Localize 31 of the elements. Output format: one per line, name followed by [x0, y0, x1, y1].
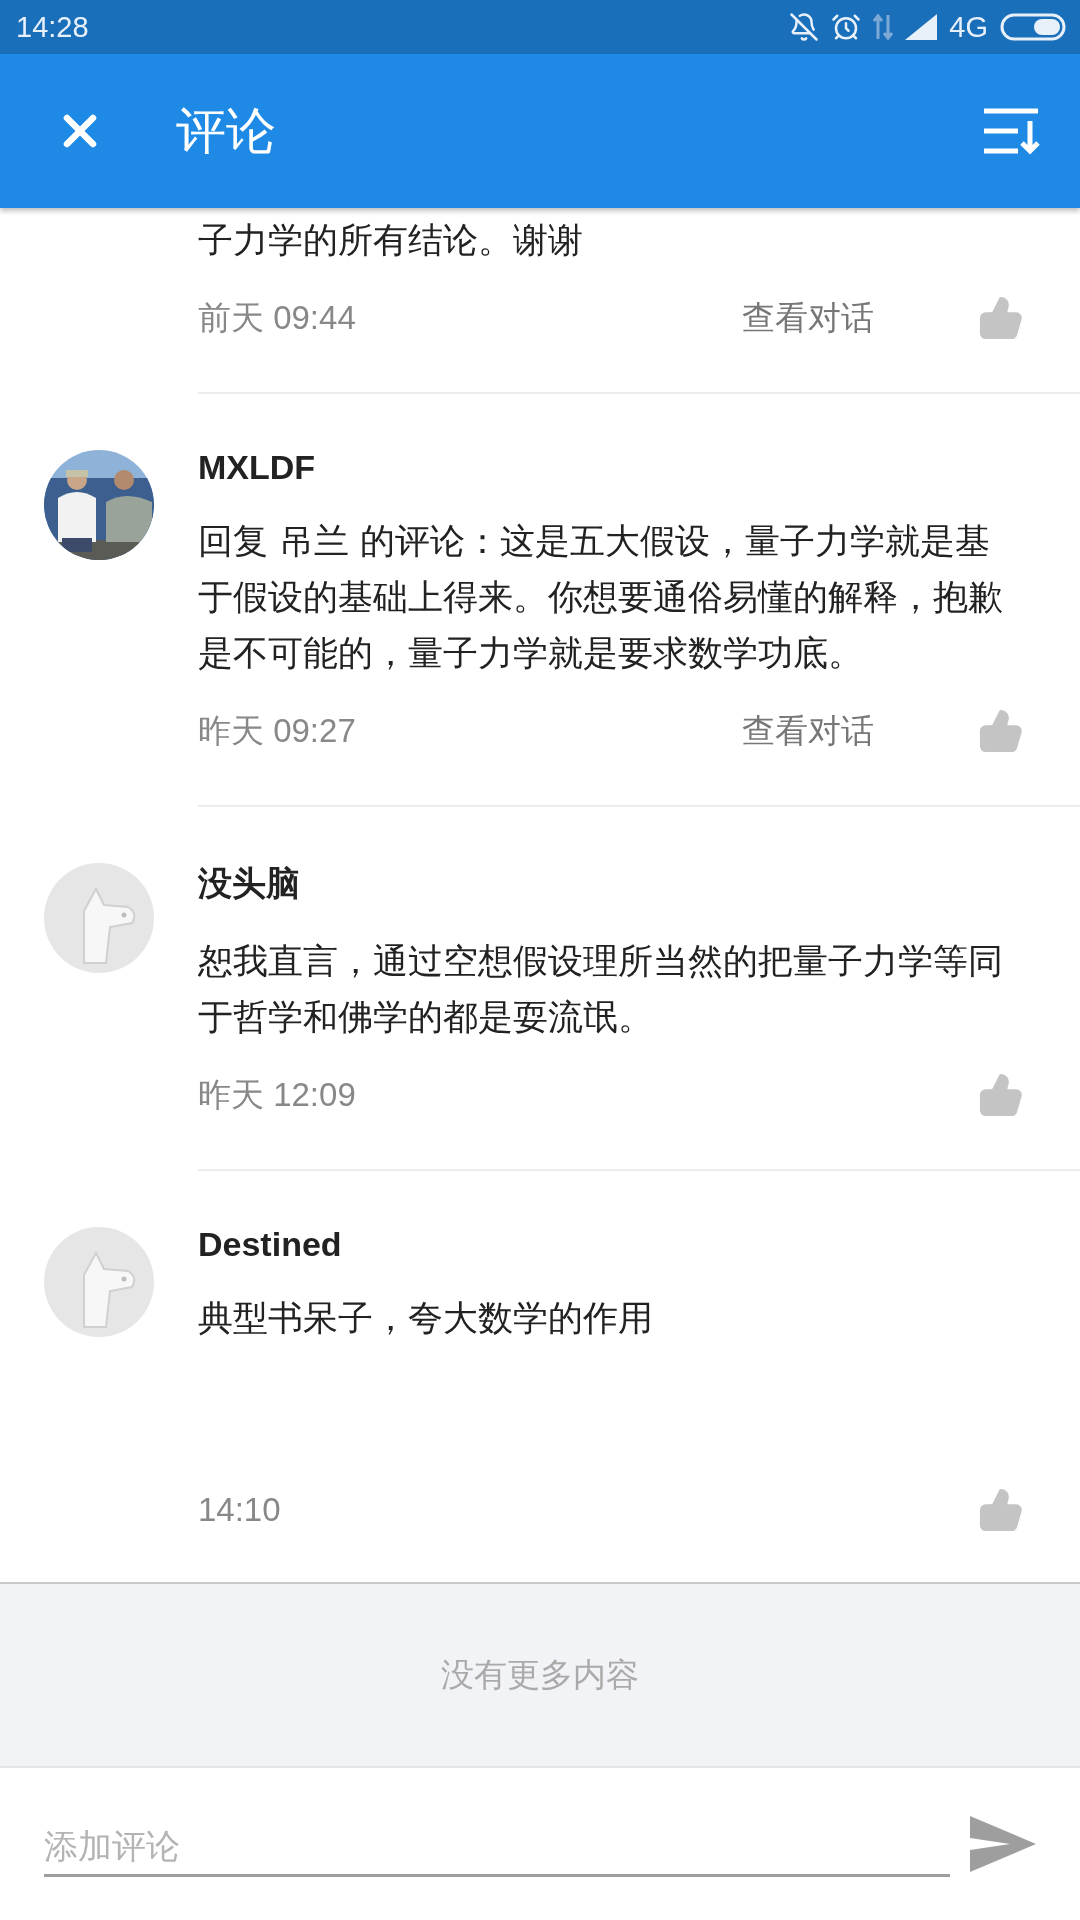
comment-text: 典型书呆子，夸大数学的作用 — [198, 1297, 654, 1340]
default-avatar-icon — [44, 863, 154, 973]
like-button[interactable] — [978, 295, 1024, 341]
battery-icon — [1000, 13, 1066, 41]
comment-author: 没头脑 — [198, 863, 301, 904]
comment-time: 昨天 12:09 — [198, 1074, 357, 1115]
comment-author: MXLDF — [198, 448, 317, 487]
view-conversation-link[interactable]: 查看对话 — [742, 295, 874, 341]
end-of-list-message: 没有更多内容 — [441, 1653, 639, 1696]
send-button[interactable] — [970, 1816, 1036, 1872]
comment-time: 14:10 — [198, 1491, 282, 1529]
signal-icon — [905, 14, 938, 40]
comment-text: 恕我直言，通过空想假设理所当然的把量子力学等同于哲学和佛学的都是耍流氓。 — [198, 940, 1004, 1039]
comment-text: 子力学的所有结论。谢谢 — [198, 219, 584, 262]
comment-author: Destined — [198, 1225, 343, 1264]
sort-button[interactable] — [982, 107, 1040, 155]
like-button[interactable] — [978, 1487, 1024, 1533]
like-button[interactable] — [978, 1072, 1024, 1118]
bell-off-icon — [789, 12, 820, 42]
data-arrows-icon — [873, 13, 894, 41]
default-avatar-icon — [44, 1227, 154, 1337]
comment-input[interactable]: 添加评论 — [44, 1811, 950, 1877]
alarm-icon — [831, 12, 862, 42]
status-time: 14:28 — [16, 10, 89, 44]
network-type: 4G — [949, 10, 988, 44]
comment-text: 回复 吊兰 的评论：这是五大假设，量子力学就是基于假设的基础上得来。你想要通俗易懂的解释，抱歉是不可能的，量子力学就是要求数学功底。 — [198, 520, 1004, 675]
comment-time: 昨天 09:27 — [198, 710, 357, 751]
view-conversation-link[interactable]: 查看对话 — [742, 708, 874, 754]
page-title: 评论 — [176, 100, 277, 162]
like-button[interactable] — [978, 708, 1024, 754]
comment-time: 前天 09:44 — [198, 297, 357, 338]
